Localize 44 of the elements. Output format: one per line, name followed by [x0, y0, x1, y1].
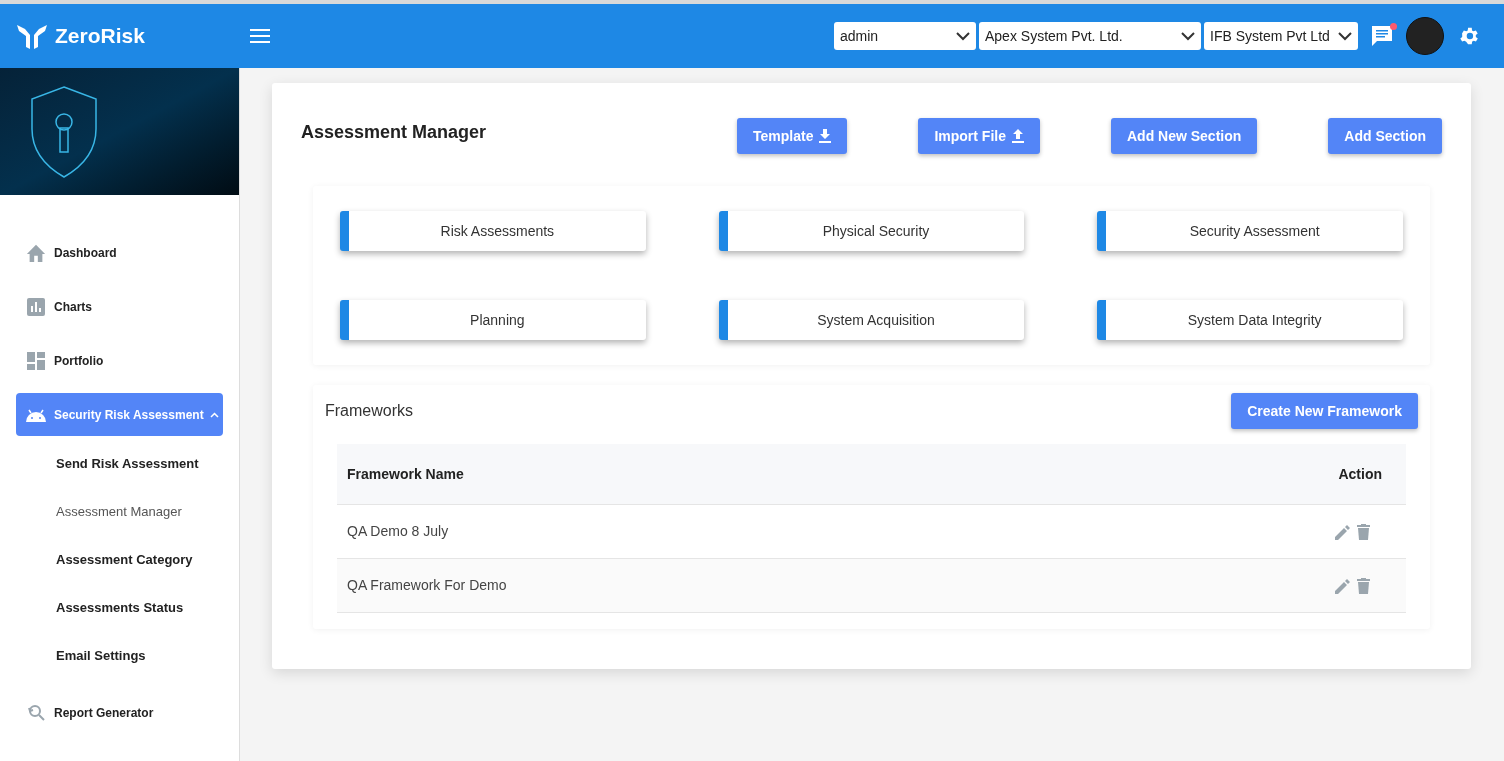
delete-icon[interactable]	[1357, 577, 1370, 594]
section-tile[interactable]: System Acquisition	[718, 300, 1025, 340]
section-title: Frameworks	[325, 401, 413, 421]
section-tile[interactable]: Security Assessment	[1097, 211, 1403, 251]
table-cell-text: QA Framework For Demo	[347, 576, 507, 595]
sidebar-item[interactable]: Dashboard	[16, 231, 223, 274]
section-tile[interactable]: System Data Integrity	[1097, 300, 1403, 340]
dropdown-select[interactable]: IFB System Pvt Ltd	[1204, 22, 1358, 50]
section-tile[interactable]: Risk Assessments	[340, 211, 646, 251]
table-cell-text: QA Demo 8 July	[347, 522, 449, 541]
sidebar-item[interactable]: Report Generator	[16, 691, 223, 734]
sidebar-item[interactable]: Charts	[16, 285, 223, 328]
menu-icon[interactable]	[250, 29, 270, 43]
page-title: Assessment Manager	[301, 121, 488, 144]
submenu-item[interactable]: Assessments Status	[16, 584, 223, 632]
section-tile[interactable]: Physical Security	[718, 211, 1025, 251]
submenu-item[interactable]: Send Risk Assessment	[16, 440, 223, 488]
settings-icon[interactable]	[1458, 25, 1480, 47]
edit-icon[interactable]	[1335, 577, 1351, 594]
bar-chart-icon	[27, 297, 45, 316]
dropdown-select[interactable]: admin	[834, 22, 976, 50]
column-header: Framework Name	[347, 464, 464, 484]
submenu-item[interactable]: Assessment Manager	[16, 488, 223, 536]
chat-icon[interactable]	[1370, 25, 1394, 47]
submenu-item[interactable]: Email Settings	[16, 632, 223, 680]
logo-icon	[17, 23, 47, 49]
home-icon	[25, 242, 47, 263]
section-tile[interactable]: Planning	[340, 300, 646, 340]
robot-icon	[25, 407, 47, 422]
sidebar-item[interactable]: Portfolio	[16, 339, 223, 382]
chevron-down-icon	[1338, 31, 1352, 41]
dropdown-select[interactable]: Apex System Pvt. Ltd.	[979, 22, 1201, 50]
dashboard-grid-icon	[27, 351, 45, 370]
upload-icon	[1012, 129, 1024, 143]
delete-icon[interactable]	[1357, 523, 1370, 540]
chevron-down-icon	[956, 31, 970, 41]
column-header: Action	[1338, 464, 1382, 484]
avatar[interactable]	[1406, 17, 1444, 55]
download-icon	[819, 129, 832, 143]
edit-icon[interactable]	[1335, 523, 1351, 540]
chevron-down-icon	[1181, 31, 1195, 41]
brand-name: ZeroRisk	[55, 23, 145, 50]
submenu-item[interactable]: Assessment Category	[16, 536, 223, 584]
search-icon	[26, 702, 46, 723]
